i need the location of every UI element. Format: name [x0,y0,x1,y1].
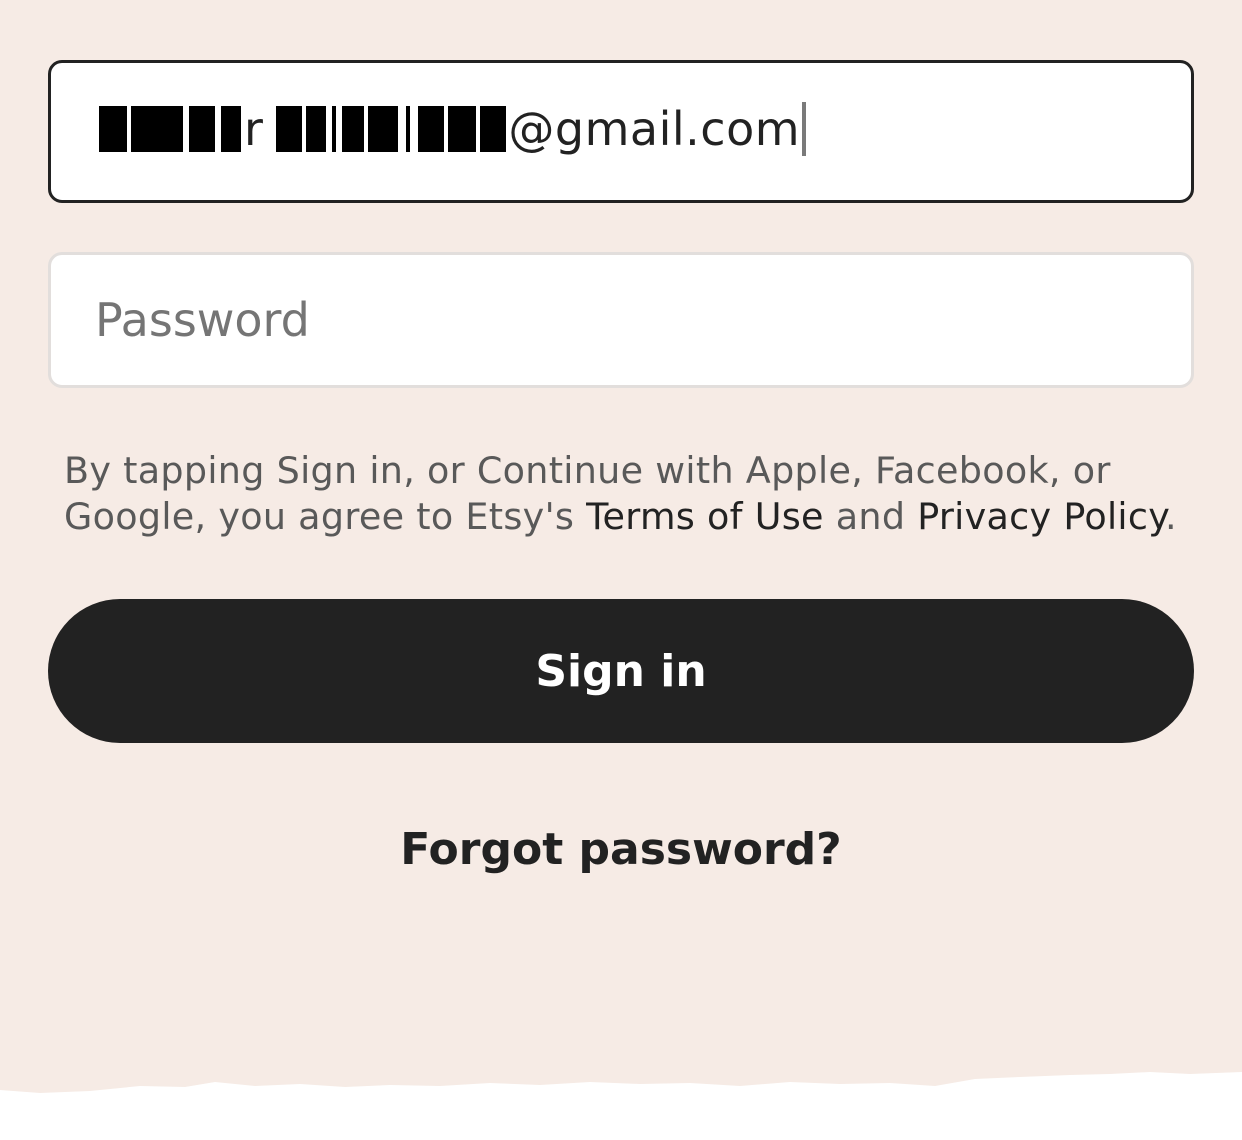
privacy-policy-link[interactable]: Privacy Policy [917,495,1165,538]
redaction-block [418,106,445,152]
redaction-block [276,106,303,152]
redaction-block [332,106,337,152]
legal-suffix: . [1164,495,1177,538]
legal-conjunction: and [823,495,918,538]
terms-of-use-link[interactable]: Terms of Use [586,495,824,538]
redaction-block [131,106,183,152]
password-input[interactable] [95,283,1095,357]
redaction-block [99,106,127,152]
redaction-block [448,106,477,152]
sign-in-panel: r @gmail.com By tapping Sign in, or Cont… [0,0,1242,1140]
redaction-block [480,106,507,152]
redaction-block [306,106,327,152]
email-field[interactable]: r @gmail.com [48,60,1194,203]
redaction-block [342,106,365,152]
redaction-block [406,106,411,152]
password-field[interactable] [48,252,1194,388]
redaction-block [368,106,399,152]
text-cursor [802,102,807,156]
redaction-block [221,106,241,152]
email-value: r @gmail.com [99,97,807,161]
sign-in-button[interactable]: Sign in [48,599,1194,743]
torn-paper-edge [0,1072,1242,1140]
redaction-block [189,106,215,152]
forgot-password-link[interactable]: Forgot password? [0,818,1242,882]
email-visible-character: r [244,102,264,156]
legal-disclaimer: By tapping Sign in, or Continue with App… [64,448,1204,540]
email-domain: @gmail.com [508,102,801,156]
